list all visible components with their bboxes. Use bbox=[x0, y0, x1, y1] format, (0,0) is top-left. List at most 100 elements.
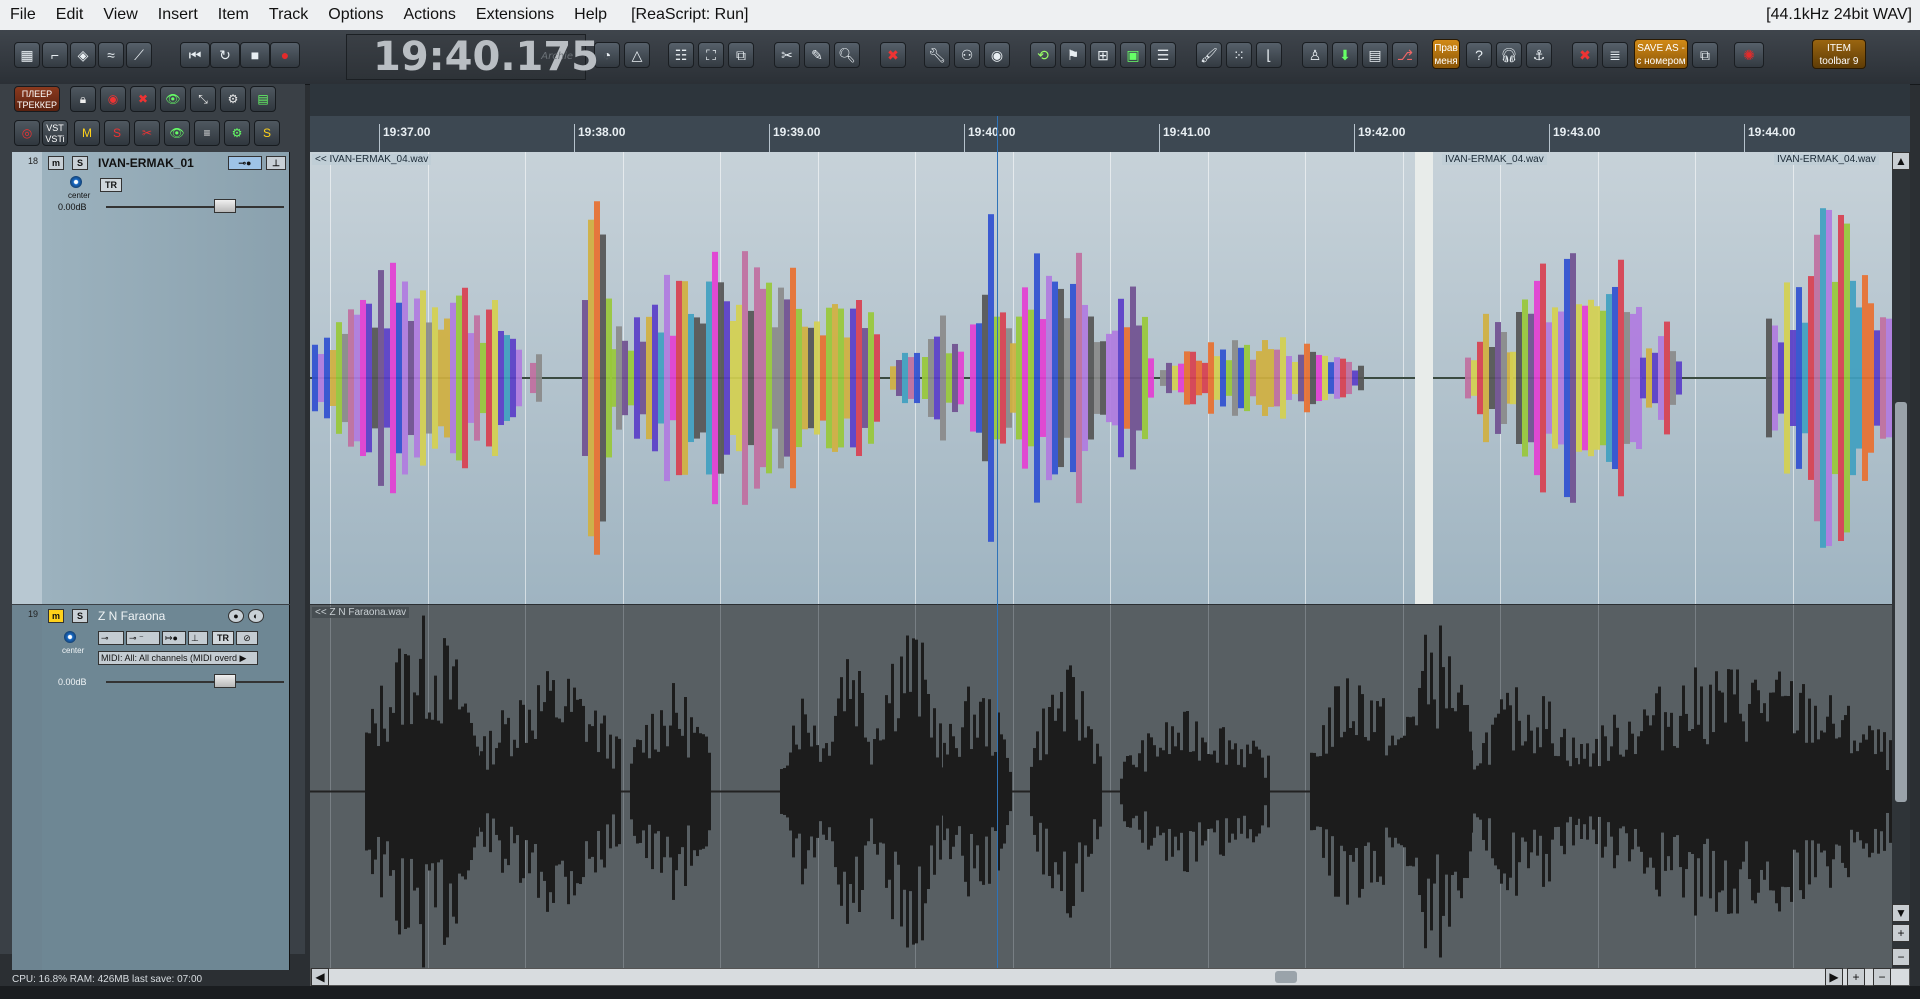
player-tracker-button[interactable]: ПЛЕЕР ТРЕККЕР bbox=[14, 86, 60, 112]
track-lane-2[interactable]: << Z N Faraona.wav bbox=[310, 605, 1892, 970]
loop-region-icon[interactable]: ⟲ bbox=[1030, 42, 1056, 68]
fx-bypass-icon[interactable]: ✖ bbox=[1572, 42, 1598, 68]
rewind-icon[interactable]: ⏮ bbox=[180, 42, 210, 68]
menu-edit[interactable]: Edit bbox=[46, 0, 94, 30]
folder-icon[interactable]: ⚙ bbox=[224, 120, 250, 146]
scroll-right-icon[interactable]: ▶ bbox=[1825, 968, 1843, 986]
loop-icon[interactable]: ↻ bbox=[210, 42, 240, 68]
pencil-icon[interactable]: ✎ bbox=[804, 42, 830, 68]
fx-remove-icon[interactable]: ✖ bbox=[130, 86, 156, 112]
help-icon[interactable]: ? bbox=[1466, 42, 1492, 68]
horizontal-scrollbar[interactable]: ◀ ▶ + − bbox=[310, 968, 1910, 986]
vertical-scrollbar[interactable]: ▲ ▼ + − bbox=[1892, 152, 1910, 970]
layers-icon[interactable]: ☰ bbox=[1150, 42, 1176, 68]
tr-button[interactable]: TR bbox=[212, 631, 234, 645]
menu-file[interactable]: File bbox=[0, 0, 46, 30]
scroll-down-icon[interactable]: ▼ bbox=[1892, 904, 1910, 922]
time-display[interactable]: 19:40.175 Archie bbox=[346, 34, 599, 80]
wrench-icon[interactable]: 🔧︎ bbox=[924, 42, 950, 68]
scroll-left-icon[interactable]: ◀ bbox=[311, 968, 329, 986]
scissors-icon[interactable]: ✂ bbox=[134, 120, 160, 146]
bracket-icon[interactable]: ⌊ bbox=[1256, 42, 1282, 68]
menu-actions[interactable]: Actions bbox=[393, 0, 465, 30]
cut-icon[interactable]: ✂ bbox=[774, 42, 800, 68]
fx-view-icon[interactable]: 👁︎ bbox=[160, 86, 186, 112]
edit-cursor[interactable] bbox=[997, 116, 998, 970]
vertical-scroll-thumb[interactable] bbox=[1895, 402, 1907, 802]
vsti-button[interactable]: VST VSTi bbox=[42, 120, 68, 146]
record-monitor-button[interactable]: ⊸● bbox=[228, 156, 262, 170]
sws-icon[interactable]: ◉ bbox=[984, 42, 1010, 68]
scroll-up-icon[interactable]: ▲ bbox=[1892, 152, 1910, 170]
track-panel-2[interactable]: 19 m S Z N Faraona ● ◐ center ⊸ ⊸ ⁻ ↦● ⊥… bbox=[12, 605, 290, 970]
color-icon[interactable]: ◈ bbox=[70, 42, 96, 68]
pan-knob[interactable] bbox=[70, 176, 82, 188]
people-icon[interactable]: ⚇ bbox=[954, 42, 980, 68]
volume-fader-thumb[interactable] bbox=[214, 674, 236, 688]
render-icon[interactable]: ▣ bbox=[1120, 42, 1146, 68]
volume-fader-thumb[interactable] bbox=[214, 199, 236, 213]
marker-icon[interactable]: ⚑ bbox=[1060, 42, 1086, 68]
tempo-icon[interactable]: △ bbox=[624, 42, 650, 68]
zoom-in-vertical-icon[interactable]: + bbox=[1892, 924, 1910, 942]
routing-icon[interactable]: ⚙ bbox=[220, 86, 246, 112]
volume-fader[interactable] bbox=[106, 206, 284, 208]
route-icon[interactable]: ⎇ bbox=[1392, 42, 1418, 68]
item-label[interactable]: << Z N Faraona.wav bbox=[312, 607, 410, 618]
item-label[interactable]: << IVAN-ERMAK_04.wav bbox=[312, 154, 432, 165]
track-name[interactable]: Z N Faraona bbox=[98, 609, 165, 623]
collapse-icon[interactable]: ⤡ bbox=[190, 86, 216, 112]
table-icon[interactable]: ▤ bbox=[1362, 42, 1388, 68]
envelope-icon[interactable]: ⟋ bbox=[126, 42, 152, 68]
brush-icon[interactable]: 🖌︎ bbox=[1196, 42, 1222, 68]
item-label[interactable]: IVAN-ERMAK_04.wav bbox=[1774, 154, 1879, 165]
menu-track[interactable]: Track bbox=[259, 0, 318, 30]
track-lane-1[interactable]: << IVAN-ERMAK_04.wav IVAN-ERMAK_04.wav I… bbox=[310, 152, 1892, 604]
track-name[interactable]: IVAN-ERMAK_01 bbox=[98, 156, 194, 170]
region-icon[interactable]: ⊞ bbox=[1090, 42, 1116, 68]
io-button[interactable]: ⊥ bbox=[266, 156, 286, 170]
stop-icon[interactable]: ■ bbox=[240, 42, 270, 68]
import-icon[interactable]: ⬇ bbox=[1332, 42, 1358, 68]
midi-input-select[interactable]: MIDI: All: All channels (MIDI overd ▶ bbox=[98, 651, 258, 665]
solo-all-icon[interactable]: S bbox=[104, 120, 130, 146]
fx-chain-button[interactable]: ↦● bbox=[162, 631, 186, 645]
solo-button[interactable]: S bbox=[72, 156, 88, 170]
record-arm-icon[interactable]: ◉ bbox=[100, 86, 126, 112]
volume-fader[interactable] bbox=[106, 681, 284, 683]
menu-help[interactable]: Help bbox=[564, 0, 617, 30]
new-track-icon[interactable]: ▤ bbox=[250, 86, 276, 112]
monitor-button[interactable]: ◐ bbox=[248, 609, 264, 623]
zoom-items-icon[interactable]: ⧉ bbox=[728, 42, 754, 68]
timeline-ruler[interactable]: 19:37.00 19:38.00 19:39.00 19:40.00 19:4… bbox=[310, 116, 1910, 155]
menu-view[interactable]: View bbox=[93, 0, 147, 30]
anchor-icon[interactable]: ⚓︎ bbox=[1526, 42, 1552, 68]
mixer-icon[interactable]: ☷ bbox=[668, 42, 694, 68]
zoom-fit-icon[interactable]: ⛶ bbox=[698, 42, 724, 68]
record-icon[interactable]: ● bbox=[270, 42, 300, 68]
lock-icon[interactable]: 🔒︎ bbox=[70, 86, 96, 112]
list-icon[interactable]: ≣ bbox=[1602, 42, 1628, 68]
disable-button[interactable]: ⊘ bbox=[236, 631, 258, 645]
headphones-icon[interactable]: 🎧︎ bbox=[1496, 42, 1522, 68]
tr-button[interactable]: TR bbox=[100, 178, 122, 192]
window-icon[interactable]: ⧉ bbox=[1692, 42, 1718, 68]
envelope-list-icon[interactable]: ≡ bbox=[194, 120, 220, 146]
delete-icon[interactable]: ✖ bbox=[880, 42, 906, 68]
dots-icon[interactable]: ⁙ bbox=[1226, 42, 1252, 68]
item-toolbar-button[interactable]: ITEM toolbar 9 bbox=[1812, 39, 1866, 69]
show-icon[interactable]: 👁︎ bbox=[164, 120, 190, 146]
zoom-in-horizontal-icon[interactable]: + bbox=[1847, 968, 1865, 986]
grid-icon[interactable]: ▦ bbox=[14, 42, 40, 68]
io-button[interactable]: ⊥ bbox=[188, 631, 208, 645]
track-panel-1[interactable]: 18 m S IVAN-ERMAK_01 ⊸● ⊥ center TR 0.00… bbox=[12, 152, 290, 604]
menu-item[interactable]: Item bbox=[208, 0, 259, 30]
horizontal-scroll-thumb[interactable] bbox=[1275, 971, 1297, 983]
zoom-out-horizontal-icon[interactable]: − bbox=[1873, 968, 1891, 986]
menu-insert[interactable]: Insert bbox=[148, 0, 208, 30]
pan-knob[interactable] bbox=[64, 631, 76, 643]
menu-extensions[interactable]: Extensions bbox=[466, 0, 564, 30]
record-arm-button[interactable]: ● bbox=[228, 609, 244, 623]
mute-all-icon[interactable]: M bbox=[74, 120, 100, 146]
stamp-icon[interactable]: ♙ bbox=[1302, 42, 1328, 68]
